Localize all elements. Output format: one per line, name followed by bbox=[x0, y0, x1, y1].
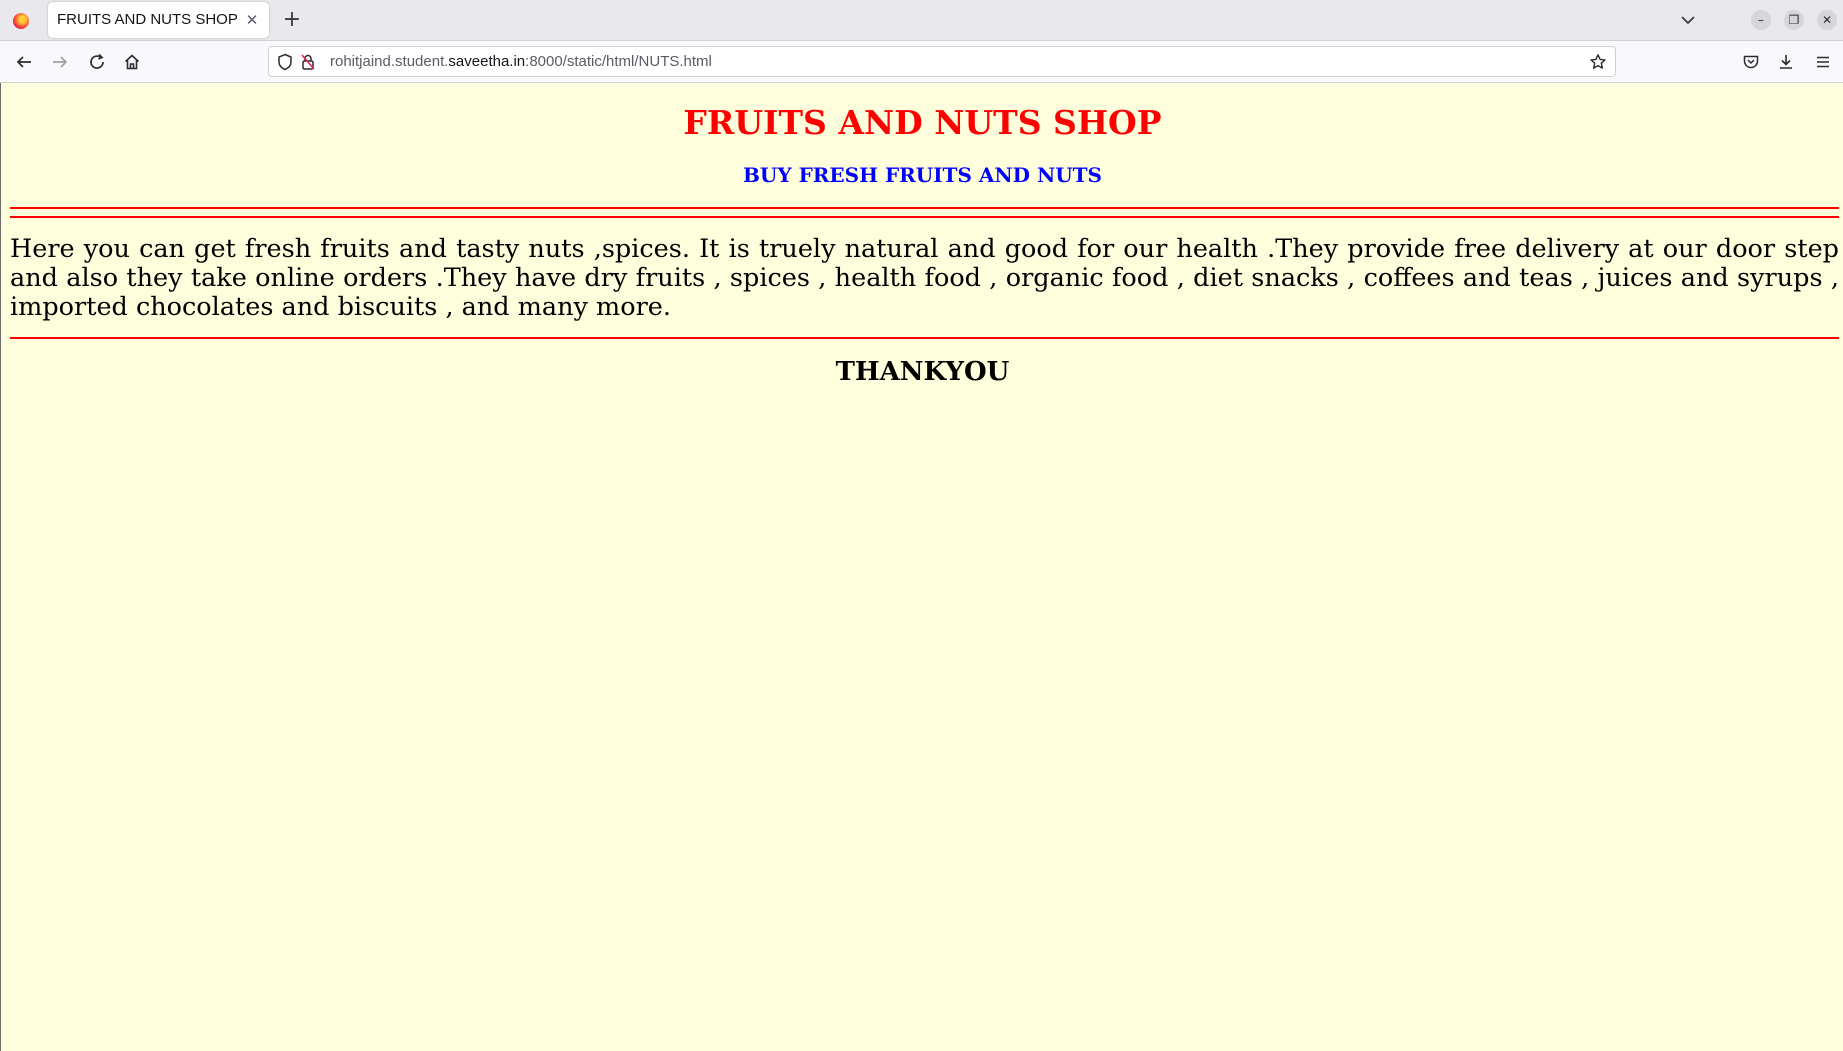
reload-icon[interactable] bbox=[84, 49, 110, 75]
plus-icon[interactable]: + bbox=[280, 8, 304, 32]
tab-active[interactable]: FRUITS AND NUTS SHOP ✕ bbox=[48, 2, 269, 38]
tab-bar: FRUITS AND NUTS SHOP ✕ + – ❐ ✕ bbox=[0, 0, 1843, 41]
firefox-icon bbox=[13, 13, 29, 29]
download-icon[interactable] bbox=[1773, 49, 1799, 75]
back-arrow-icon[interactable] bbox=[11, 49, 37, 75]
divider-top-1 bbox=[10, 207, 1839, 209]
page-subtitle: BUY FRESH FRUITS AND NUTS bbox=[742, 163, 1102, 187]
thank-you-heading: THANKYOU bbox=[835, 357, 1010, 387]
divider-top-2 bbox=[10, 216, 1839, 218]
description-paragraph: Here you can get fresh fruits and tasty … bbox=[10, 234, 1839, 322]
nav-bar: rohitjaind.student.saveetha.in:8000/stat… bbox=[0, 41, 1843, 83]
home-icon[interactable] bbox=[119, 49, 145, 75]
tab-title: FRUITS AND NUTS SHOP bbox=[57, 11, 238, 28]
pocket-icon[interactable] bbox=[1738, 49, 1764, 75]
restore-icon[interactable]: ❐ bbox=[1784, 10, 1804, 30]
chevron-down-icon[interactable] bbox=[1676, 8, 1700, 32]
page-content: FRUITS AND NUTS SHOP BUY FRESH FRUITS AN… bbox=[0, 83, 1843, 1051]
forward-arrow-icon[interactable] bbox=[47, 49, 73, 75]
insecure-lock-icon[interactable] bbox=[299, 53, 317, 71]
close-window-icon[interactable]: ✕ bbox=[1817, 10, 1837, 30]
close-icon[interactable]: ✕ bbox=[243, 11, 261, 29]
url-text[interactable]: rohitjaind.student.saveetha.in:8000/stat… bbox=[330, 47, 712, 76]
shield-icon[interactable] bbox=[276, 53, 294, 71]
divider-bottom bbox=[10, 337, 1839, 339]
star-icon[interactable] bbox=[1589, 53, 1607, 71]
hamburger-menu-icon[interactable] bbox=[1810, 49, 1836, 75]
address-bar[interactable]: rohitjaind.student.saveetha.in:8000/stat… bbox=[268, 46, 1616, 77]
minimize-icon[interactable]: – bbox=[1751, 10, 1771, 30]
page-title: FRUITS AND NUTS SHOP bbox=[683, 103, 1162, 142]
